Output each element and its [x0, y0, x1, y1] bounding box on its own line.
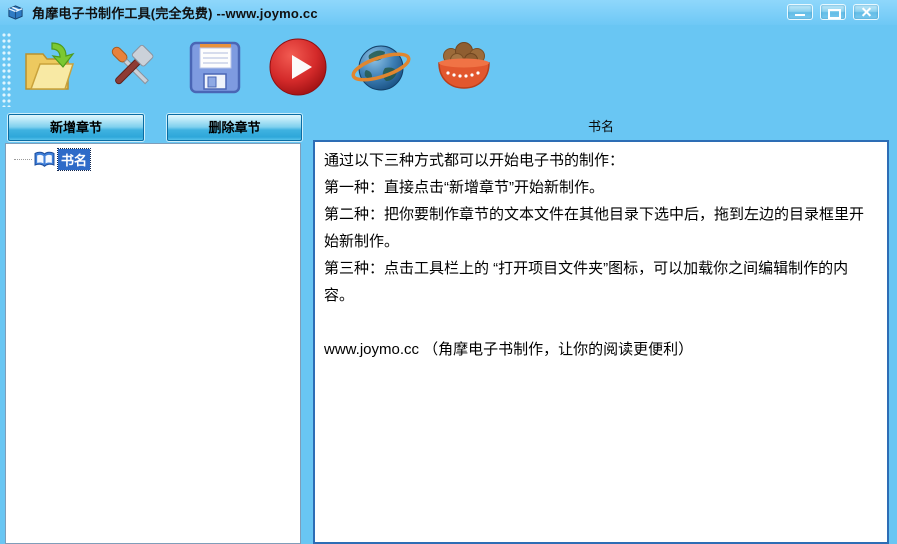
run-button[interactable]	[267, 35, 329, 99]
open-folder-icon	[25, 42, 75, 90]
add-chapter-button[interactable]: 新增章节	[8, 114, 144, 141]
maximize-button[interactable]	[820, 4, 846, 20]
save-floppy-icon	[189, 41, 241, 94]
content-line: 第二种：把你要制作章节的文本文件在其他目录下选中后，拖到左边的目录框里开始新制作…	[324, 206, 865, 250]
chapter-tree-panel[interactable]: 书名	[5, 143, 301, 544]
minimize-button[interactable]	[787, 4, 813, 20]
settings-button[interactable]	[101, 35, 163, 99]
content-line: 第一种：直接点击“新增章节”开始新制作。	[324, 179, 604, 196]
delete-chapter-button[interactable]: 删除章节	[167, 114, 302, 141]
app-logo-icon	[8, 5, 23, 20]
chapter-content-editor[interactable]: 通过以下三种方式都可以开始电子书的制作： 第一种：直接点击“新增章节”开始新制作…	[313, 140, 889, 544]
tree-item-label[interactable]: 书名	[56, 147, 92, 171]
snack-bowl-icon	[438, 42, 490, 89]
content-line: www.joymo.cc （角摩电子书制作，让你的阅读更便利）	[324, 341, 694, 358]
minimize-icon	[795, 14, 805, 16]
window-controls	[787, 4, 879, 20]
tools-icon	[111, 44, 154, 85]
tree-item-book[interactable]: 书名	[14, 147, 300, 171]
goodies-button[interactable]	[433, 35, 495, 99]
tree-connector	[14, 158, 32, 160]
save-button[interactable]	[184, 35, 246, 99]
open-project-folder-button[interactable]	[18, 35, 80, 99]
globe-icon	[351, 45, 411, 91]
play-icon	[269, 38, 327, 96]
website-button[interactable]	[350, 35, 412, 99]
window-title: 角摩电子书制作工具(完全免费) --www.joymo.cc	[32, 6, 318, 21]
content-line: 通过以下三种方式都可以开始电子书的制作：	[324, 152, 625, 169]
close-button[interactable]	[853, 4, 879, 20]
book-icon	[34, 151, 55, 167]
maximize-icon	[828, 9, 841, 19]
toolbar-gripper[interactable]	[2, 33, 11, 107]
content-line	[324, 309, 878, 336]
content-line: 第三种：点击工具栏上的 “打开项目文件夹”图标，可以加载你之间编辑制作的内容。	[324, 260, 849, 304]
book-title-header: 书名	[587, 119, 614, 134]
toolbar	[0, 25, 897, 113]
title-bar: 角摩电子书制作工具(完全免费) --www.joymo.cc	[0, 0, 897, 25]
